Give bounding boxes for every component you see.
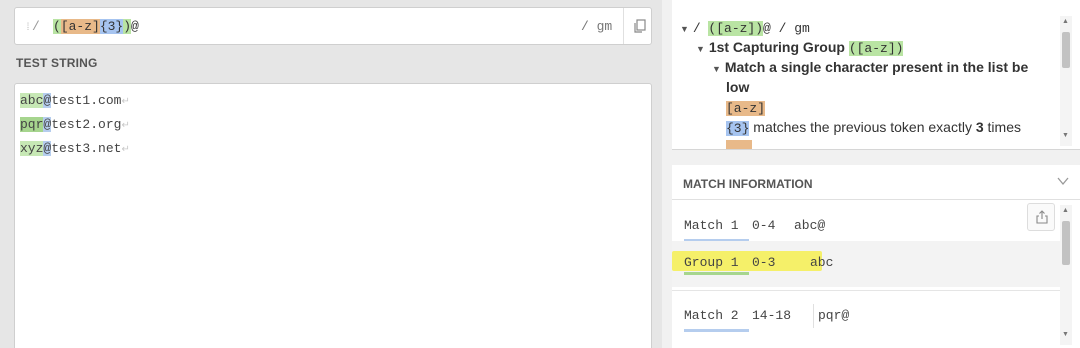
scroll-thumb[interactable] [1062,221,1070,265]
match-label: Match 2 [684,308,739,323]
match-highlight: xyz [20,141,44,156]
explanation-group[interactable]: ▼ 1st Capturing Group ([a-z]) [696,38,904,58]
explanation-class-token: [a-z] [726,101,766,116]
test-string-label: TEST STRING [16,56,98,70]
expand-triangle-icon[interactable]: ▼ [680,24,689,34]
group-row[interactable]: Group 1 0-3 abc [672,255,1060,275]
regex-quantifier: {3} [99,19,124,34]
explanation-class-token-row: [a-z] [726,98,766,118]
newline-icon: ↵ [121,145,130,156]
test-line: xyz@test3.net↵ [20,140,130,160]
divider [623,8,624,44]
test-line-text: test1.com [51,93,122,108]
test-line-text: test3.net [51,141,122,156]
explanation-class-title-1: Match a single character present in the … [724,59,1029,75]
regex-delimiter: ⁞/ [25,19,41,34]
test-line: pqr@test2.org↵ [20,116,130,136]
explanation-group-pattern: ([a-z]) [848,41,904,56]
divider [672,290,1060,291]
match-highlight: abc [20,93,44,108]
explanation-class-title[interactable]: ▼ Match a single character present in th… [712,58,1028,78]
match-row[interactable]: Match 2 14-18 pqr@ [672,304,1060,332]
match-value: pqr@ [818,308,850,323]
explanation-root-group: ([a-z]) [708,21,764,36]
explanation-quantifier-row: {3} matches the previous token exactly 3… [726,118,1021,138]
regex-input-bar[interactable]: ⁞/ ([a-z]{3})@ / gm [14,7,652,45]
explanation-quant-text: matches the previous token exactly [749,119,976,135]
match-underline [684,329,749,332]
divider [813,304,814,328]
match-information-panel: MATCH INFORMATION Match 1 0-4 abc@ Group… [672,165,1080,348]
scroll-up-icon[interactable]: ▲ [1062,18,1069,25]
match-value: abc@ [794,218,826,233]
explanation-root-flags: / gm [770,21,810,36]
explanation-root-prefix: / [692,21,709,36]
match-highlight: pqr [20,117,44,132]
divider [672,199,1080,200]
match-row[interactable]: Match 1 0-4 abc@ [672,218,1060,242]
explanation-next-token [726,140,752,149]
match-information-header[interactable]: MATCH INFORMATION [683,177,813,191]
share-button[interactable] [1027,203,1055,231]
regex-group-open: ( [53,19,61,34]
scroll-down-icon[interactable]: ▼ [1062,132,1069,139]
explanation-group-title: 1st Capturing Group [708,39,849,55]
explanation-root-literal: @ [763,21,771,36]
match-range: 14-18 [752,308,792,323]
regex-flags[interactable]: / gm [581,19,612,34]
regex-group-close: ) [123,19,132,34]
expand-triangle-icon[interactable]: ▼ [712,64,721,74]
group-value: abc [810,255,834,270]
drag-handle-icon[interactable]: ⁞ [25,23,32,34]
test-line-text: test2.org [51,117,122,132]
explanation-quant-tail: times [983,119,1021,135]
chevron-down-icon[interactable] [1056,174,1070,188]
explanation-panel: ▼ / ([a-z])@ / gm ▼ 1st Capturing Group … [672,0,1080,150]
explanation-root[interactable]: ▼ / ([a-z])@ / gm [680,18,810,38]
regex-editor-pane: ⁞/ ([a-z]{3})@ / gm TEST STRING abc@test… [0,0,662,348]
scroll-up-icon[interactable]: ▲ [1062,207,1069,214]
explanation-quant-count: 3 [975,119,984,135]
match-info-scrollbar[interactable]: ▲ ▼ [1060,205,1072,345]
scroll-thumb[interactable] [1062,32,1070,68]
explanation-quant-token: {3} [726,121,750,136]
match-label: Match 1 [684,218,739,233]
explanation-scrollbar[interactable]: ▲ ▼ [1060,16,1072,146]
explanation-class-title-2: low [726,79,750,95]
expand-triangle-icon[interactable]: ▼ [696,44,705,54]
group-range: 0-3 [752,255,776,270]
group-label: Group 1 [684,255,739,270]
newline-icon: ↵ [121,97,130,108]
regex-input[interactable]: ([a-z]{3})@ [53,18,139,36]
scroll-down-icon[interactable]: ▼ [1062,331,1069,338]
newline-icon: ↵ [121,121,130,132]
copy-icon[interactable] [632,18,648,34]
test-string-editor[interactable]: abc@test1.com↵ pqr@test2.org↵ xyz@test3.… [14,83,652,348]
regex-delimiter-open: / [32,19,41,34]
regex-literal: @ [131,19,139,34]
regex-char-class: [a-z] [60,19,100,34]
match-range: 0-4 [752,218,776,233]
group-underline [684,272,749,275]
share-icon [1036,210,1048,224]
test-line: abc@test1.com↵ [20,92,130,112]
